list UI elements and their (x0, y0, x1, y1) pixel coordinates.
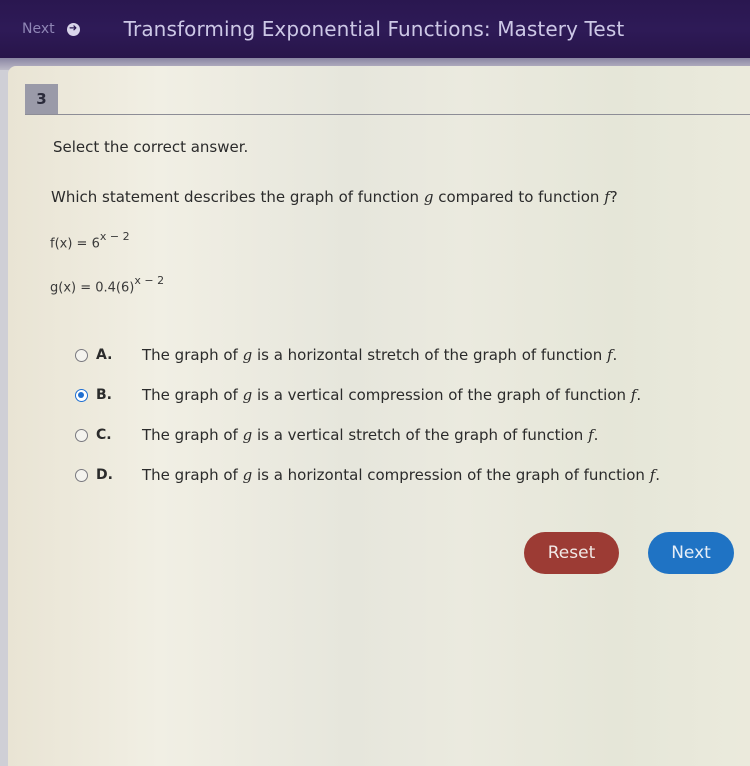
test-title: Transforming Exponential Functions: Mast… (123, 17, 625, 41)
option-text: The graph of g is a horizontal stretch o… (142, 346, 618, 364)
prompt-var-g: g (423, 188, 434, 206)
option-letter: C. (96, 427, 112, 443)
option-d[interactable]: D. The graph of g is a horizontal compre… (75, 455, 660, 495)
option-c[interactable]: C. The graph of g is a vertical stretch … (75, 415, 660, 455)
radio-button[interactable] (75, 348, 88, 362)
question-divider (25, 114, 750, 115)
option-text: The graph of g is a horizontal compressi… (142, 466, 661, 484)
option-text: The graph of g is a vertical compression… (142, 386, 642, 404)
option-b[interactable]: B. The graph of g is a vertical compress… (75, 375, 660, 415)
prompt-text: Which statement describes the graph of f… (51, 188, 424, 206)
equation-f-exponent: x − 2 (99, 230, 130, 243)
header-next-label: Next (22, 21, 55, 37)
instruction-text: Select the correct answer. (53, 138, 249, 156)
reset-button[interactable]: Reset (524, 532, 619, 574)
arrow-circle-right-icon: ➜ (66, 22, 80, 36)
next-button[interactable]: Next (648, 532, 734, 574)
option-letter: D. (96, 467, 113, 483)
top-bar: Next ➜ Transforming Exponential Function… (0, 0, 750, 58)
equation-g: g(x) = 0.4(6)x − 2 (50, 274, 165, 296)
prompt-text: ? (609, 188, 618, 206)
equation-f-base: f(x) = 6 (50, 236, 100, 252)
equation-g-base: g(x) = 0.4(6) (50, 280, 135, 296)
question-number: 3 (25, 84, 58, 114)
prompt-text: compared to function (433, 188, 605, 206)
option-letter: A. (96, 347, 113, 363)
radio-button[interactable] (75, 468, 88, 482)
header-next-button[interactable]: Next ➜ (22, 21, 80, 37)
option-text: The graph of g is a vertical stretch of … (142, 426, 599, 444)
radio-button[interactable] (75, 428, 88, 442)
equation-f: f(x) = 6x − 2 (50, 230, 130, 252)
option-a[interactable]: A. The graph of g is a horizontal stretc… (75, 335, 660, 375)
radio-button-selected[interactable] (75, 388, 88, 402)
option-letter: B. (96, 387, 112, 403)
answer-options: A. The graph of g is a horizontal stretc… (75, 335, 660, 495)
question-prompt: Which statement describes the graph of f… (51, 188, 618, 206)
equation-g-exponent: x − 2 (134, 274, 165, 287)
